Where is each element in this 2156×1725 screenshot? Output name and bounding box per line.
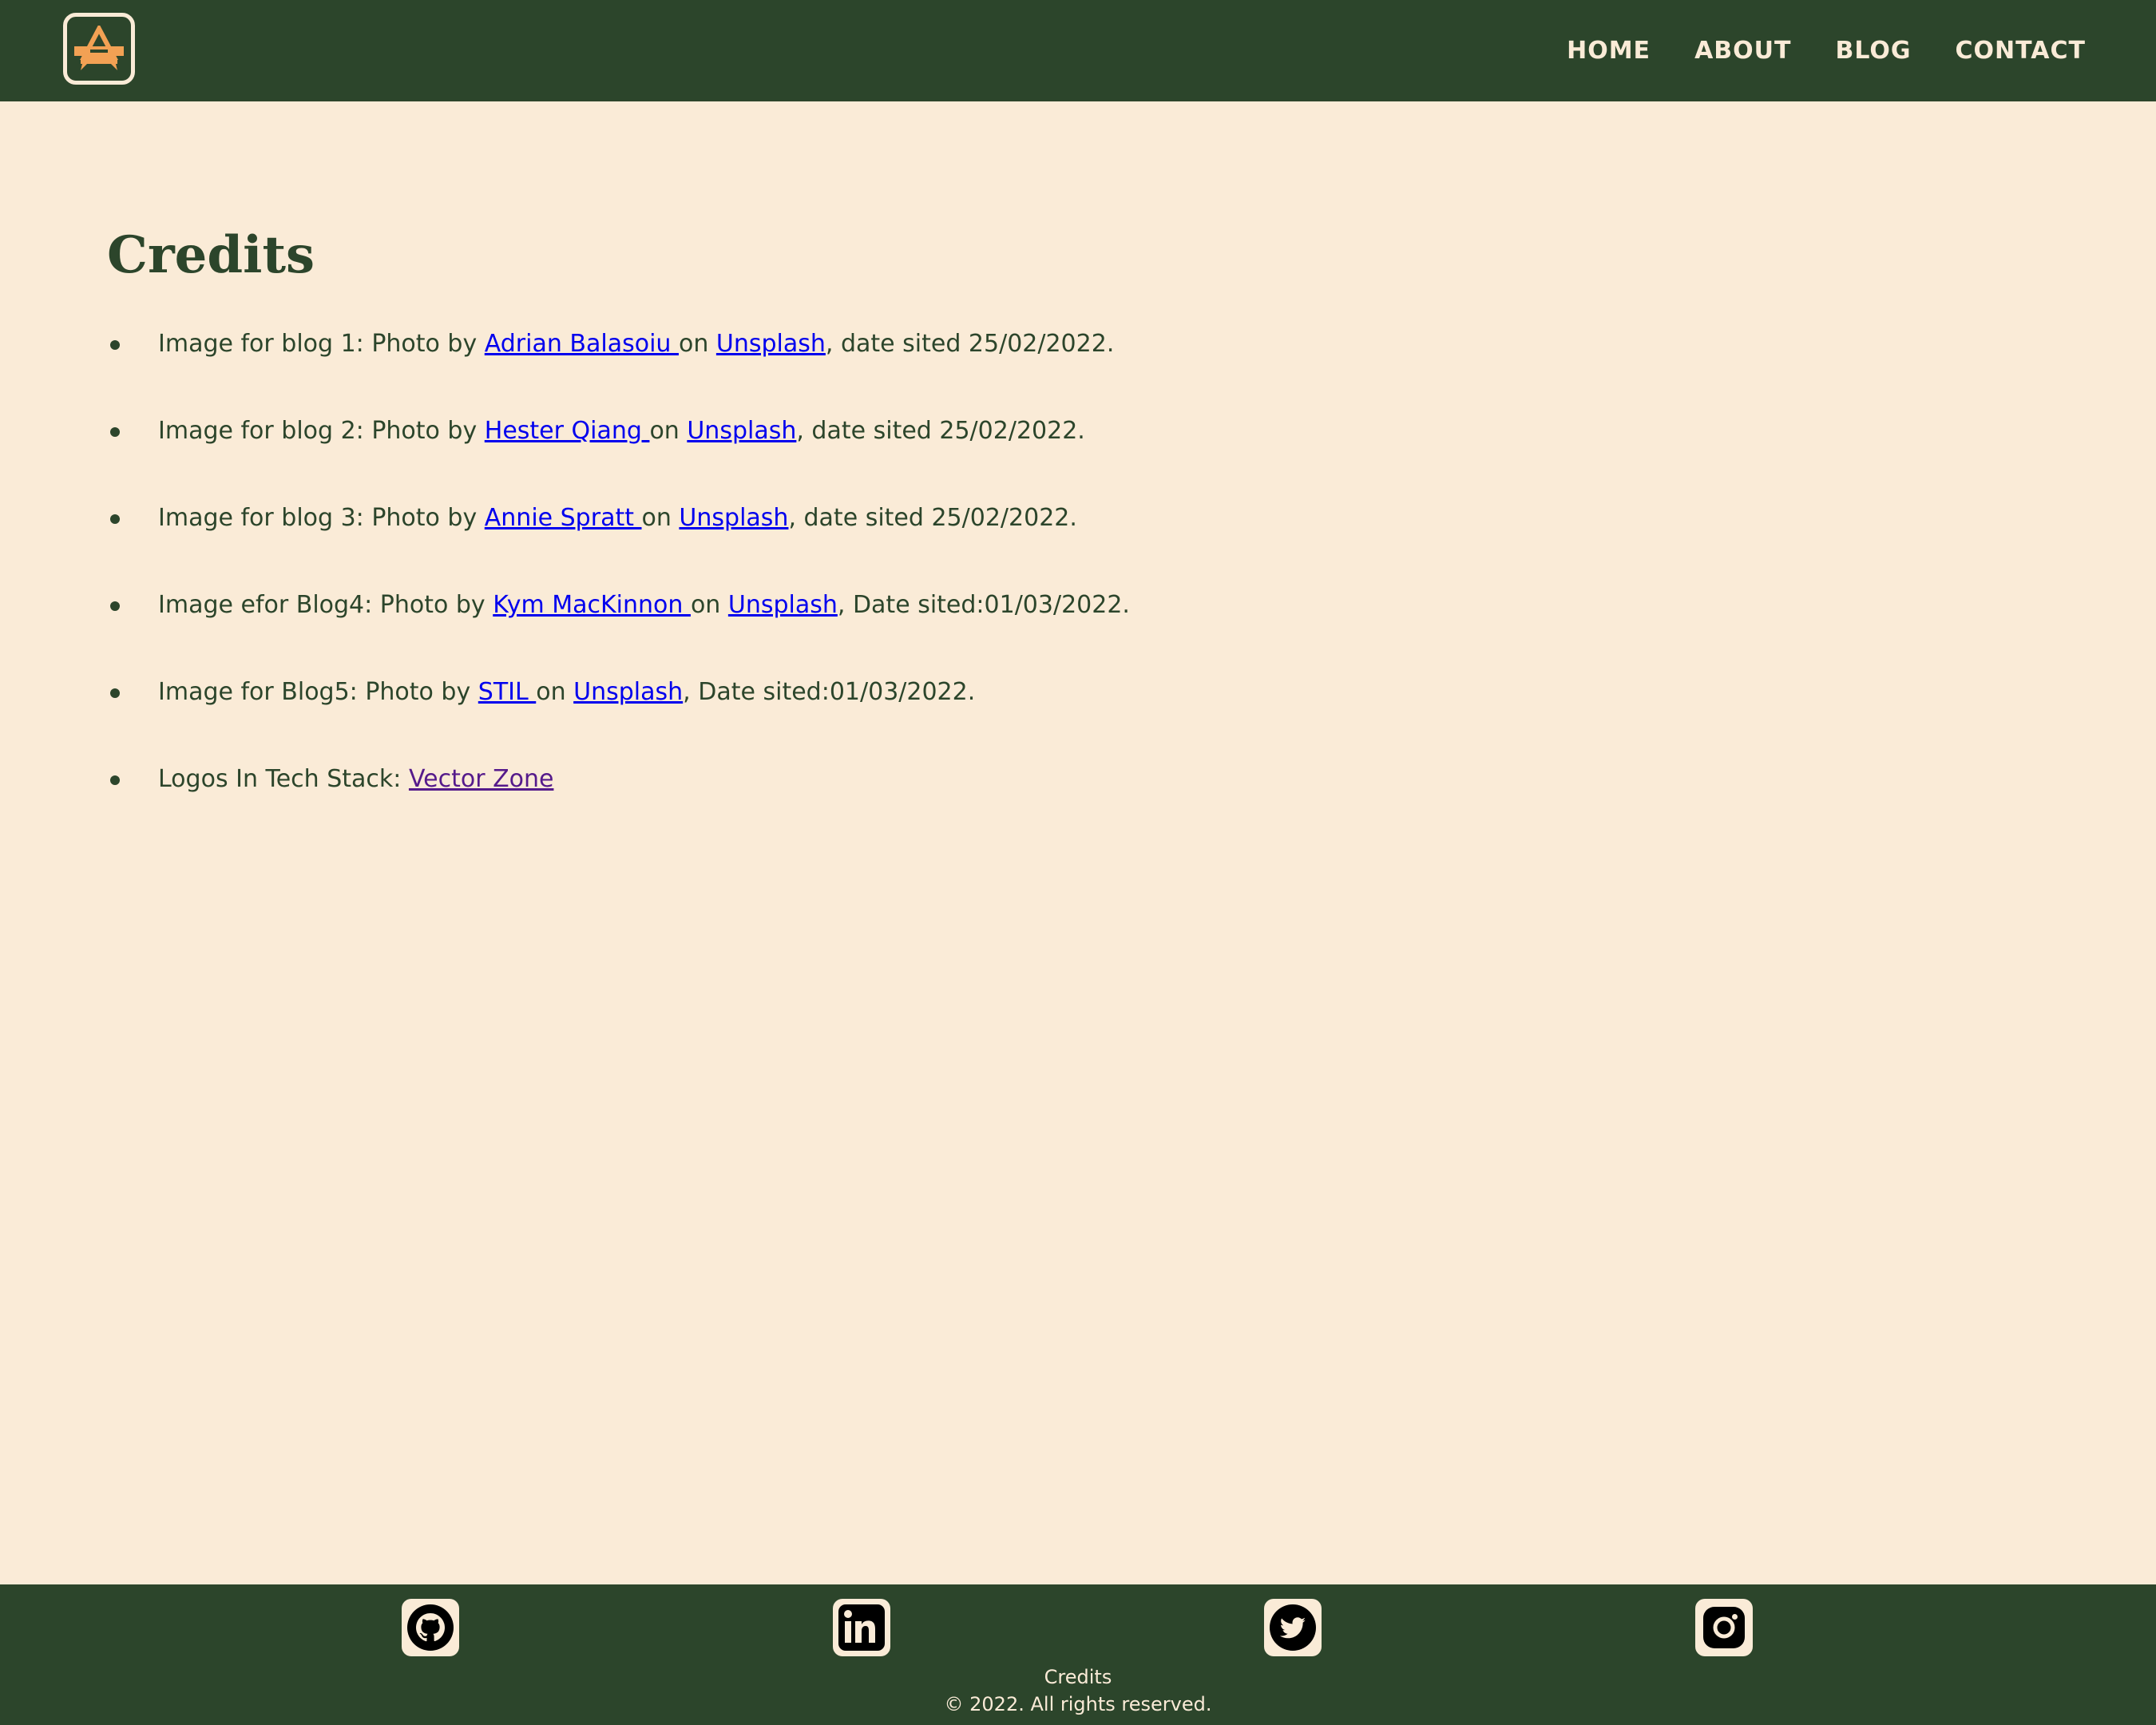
github-icon [407, 1604, 454, 1651]
credit-mid: on [536, 678, 574, 706]
bullet-icon [110, 688, 120, 698]
credit-suffix: , date sited 25/02/2022. [825, 330, 1115, 358]
credit-mid: on [690, 591, 728, 619]
logos-prefix: Logos In Tech Stack: [158, 765, 409, 793]
author-link[interactable]: Hester Qiang [485, 417, 650, 445]
credit-mid: on [641, 504, 680, 532]
site-footer: Credits © 2022. All rights reserved. [0, 1584, 2156, 1725]
github-link[interactable] [402, 1599, 459, 1656]
bullet-icon [110, 427, 120, 437]
credit-mid: on [678, 330, 716, 358]
credit-prefix: Image for blog 1: Photo by [158, 330, 485, 358]
source-link[interactable]: Unsplash [728, 591, 838, 619]
list-item: Logos In Tech Stack: Vector Zone [107, 753, 1130, 840]
logo-link[interactable] [63, 13, 135, 85]
main-nav: HOME ABOUT BLOG CONTACT [1567, 0, 2086, 101]
nav-blog[interactable]: BLOG [1835, 37, 1911, 65]
linkedin-link[interactable] [833, 1599, 890, 1656]
credit-suffix: , date sited 25/02/2022. [788, 504, 1077, 532]
instagram-link[interactable] [1695, 1599, 1753, 1656]
credit-prefix: Image efor Blog4: Photo by [158, 591, 493, 619]
credit-prefix: Image for blog 3: Photo by [158, 504, 485, 532]
source-link[interactable]: Unsplash [687, 417, 796, 445]
logo-icon [74, 26, 124, 70]
list-item: Image for blog 2: Photo by Hester Qiang … [107, 405, 1130, 492]
credit-prefix: Image for blog 2: Photo by [158, 417, 485, 445]
credit-mid: on [649, 417, 688, 445]
list-item: Image for blog 1: Photo by Adrian Balaso… [107, 318, 1130, 405]
footer-credits-link[interactable]: Credits [0, 1666, 2156, 1688]
nav-about[interactable]: ABOUT [1694, 37, 1791, 65]
list-item: Image for blog 3: Photo by Annie Spratt … [107, 492, 1130, 579]
list-item: Image efor Blog4: Photo by Kym MacKinnon… [107, 579, 1130, 666]
nav-contact[interactable]: CONTACT [1956, 37, 2086, 65]
source-link[interactable]: Unsplash [573, 678, 683, 706]
source-link[interactable]: Unsplash [679, 504, 788, 532]
vector-zone-link[interactable]: Vector Zone [409, 765, 554, 793]
author-link[interactable]: Annie Spratt [485, 504, 642, 532]
author-link[interactable]: STIL [478, 678, 536, 706]
nav-home[interactable]: HOME [1567, 37, 1651, 65]
footer-copyright: © 2022. All rights reserved. [944, 1693, 1212, 1715]
twitter-icon [1270, 1604, 1316, 1651]
source-link[interactable]: Unsplash [716, 330, 826, 358]
bullet-icon [110, 601, 120, 611]
instagram-icon [1703, 1607, 1745, 1648]
bullet-icon [110, 514, 120, 524]
credit-suffix: , date sited 25/02/2022. [796, 417, 1085, 445]
author-link[interactable]: Adrian Balasoiu [485, 330, 679, 358]
page-title: Credits [107, 225, 315, 285]
list-item: Image for Blog5: Photo by STIL on Unspla… [107, 666, 1130, 753]
site-header: HOME ABOUT BLOG CONTACT [0, 0, 2156, 101]
twitter-link[interactable] [1264, 1599, 1322, 1656]
credit-suffix: , Date sited:01/03/2022. [683, 678, 976, 706]
credit-prefix: Image for Blog5: Photo by [158, 678, 478, 706]
author-link[interactable]: Kym MacKinnon [493, 591, 691, 619]
bullet-icon [110, 775, 120, 785]
bullet-icon [110, 340, 120, 350]
credits-list: Image for blog 1: Photo by Adrian Balaso… [107, 318, 1130, 840]
credit-suffix: , Date sited:01/03/2022. [837, 591, 1130, 619]
linkedin-icon [838, 1604, 885, 1651]
